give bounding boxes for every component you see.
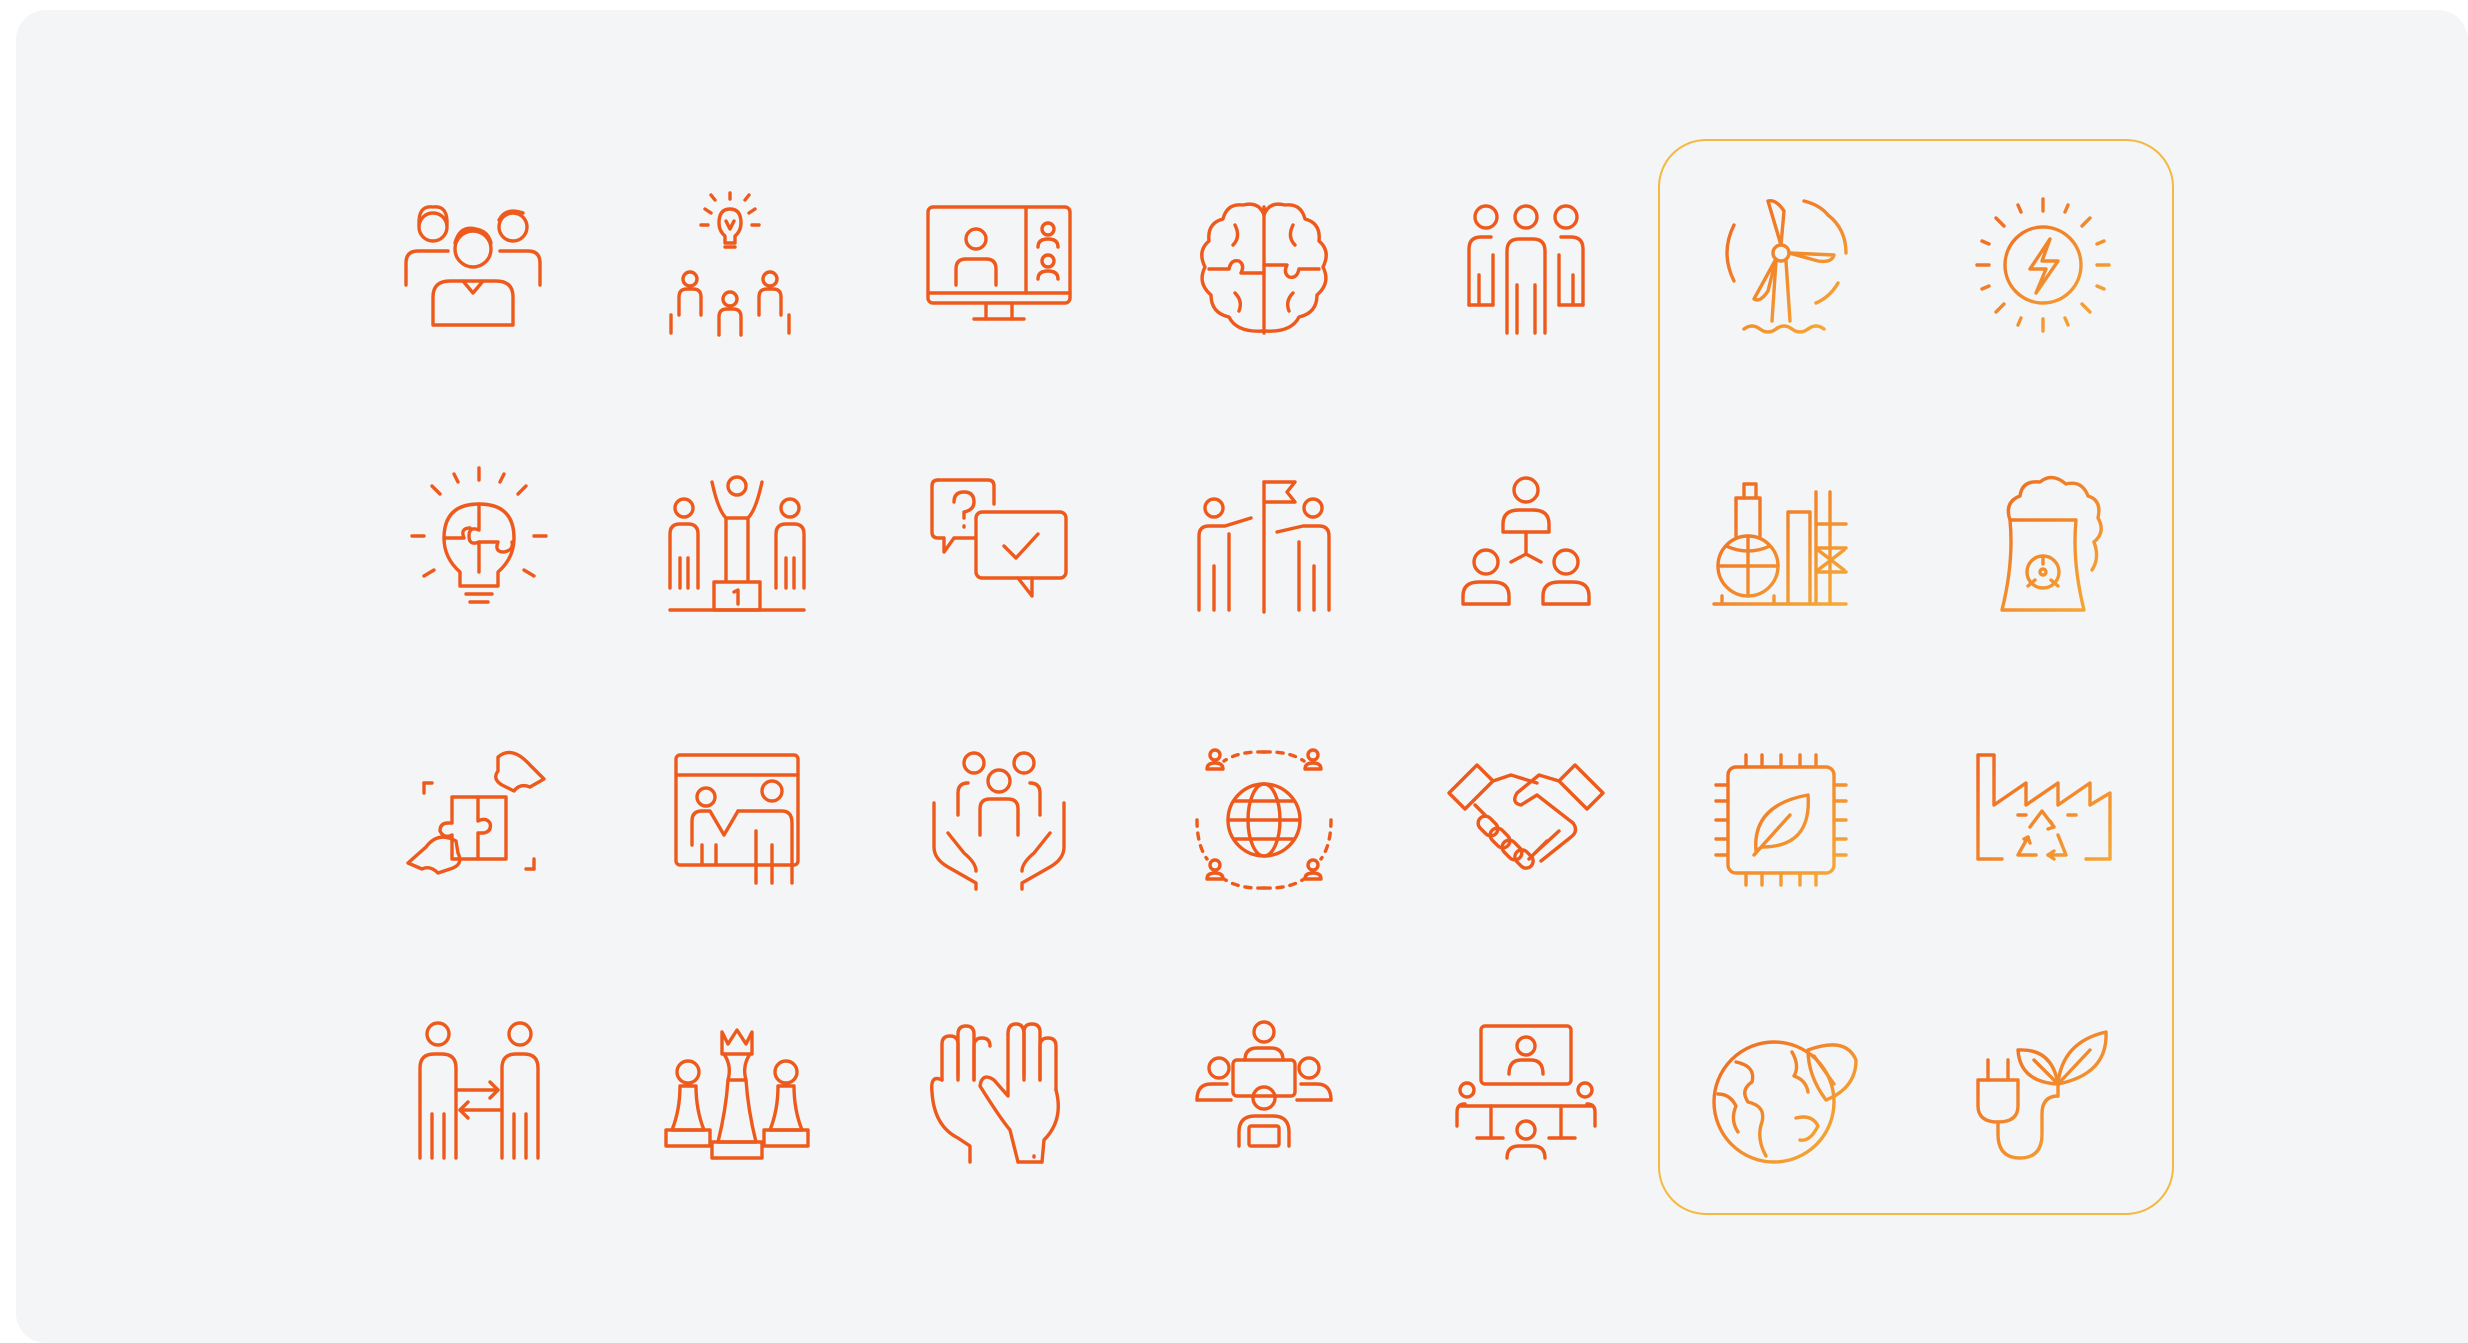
eco-earth-icon	[1696, 1010, 1866, 1180]
icon-set-canvas	[16, 10, 2468, 1343]
video-conference-icon	[914, 185, 1084, 355]
recycling-factory-icon	[1958, 735, 2128, 905]
question-answer-chat-icon	[914, 462, 1084, 632]
puzzle-hands-icon	[394, 735, 564, 905]
team-care-hands-icon	[914, 735, 1084, 905]
nuclear-plant-icon	[1958, 462, 2128, 632]
global-network-icon	[1179, 735, 1349, 905]
family-group-icon	[388, 185, 558, 355]
solar-energy-icon	[1958, 185, 2128, 355]
wind-turbine-icon	[1696, 185, 1866, 355]
chess-strategy-icon	[652, 1010, 822, 1180]
brain-puzzle-icon	[1179, 185, 1349, 355]
goal-flag-team-icon	[1179, 462, 1349, 632]
handshake-icon	[1441, 735, 1611, 905]
team-group-icon	[1441, 185, 1611, 355]
eco-plug-icon	[1958, 1010, 2128, 1180]
presentation-board-icon	[652, 735, 822, 905]
winner-podium-icon	[652, 462, 822, 632]
exchange-people-icon	[394, 1010, 564, 1180]
raised-hands-icon	[914, 1010, 1084, 1180]
meeting-table-icon	[1179, 1010, 1349, 1180]
hierarchy-team-icon	[1441, 462, 1611, 632]
idea-puzzle-bulb-icon	[394, 462, 564, 632]
industrial-plant-icon	[1696, 462, 1866, 632]
team-idea-icon	[645, 185, 815, 355]
video-meeting-table-icon	[1441, 1010, 1611, 1180]
eco-chip-icon	[1696, 735, 1866, 905]
